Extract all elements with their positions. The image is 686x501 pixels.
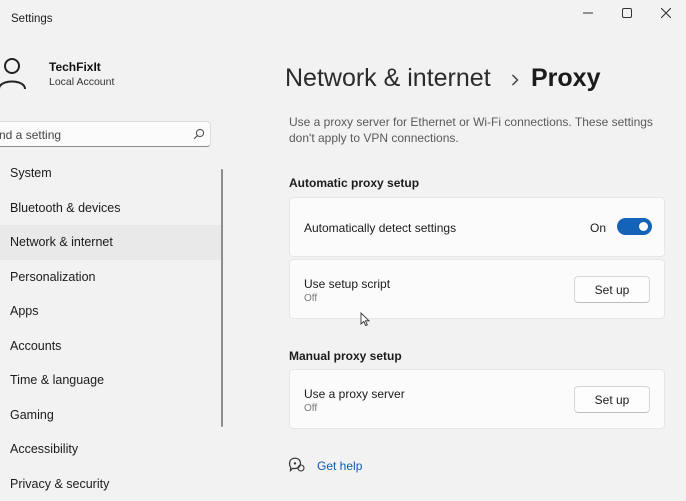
sidebar-nav: System Bluetooth & devices Network & int…: [0, 156, 222, 501]
maximize-button[interactable]: [612, 4, 642, 22]
search-icon: [193, 128, 205, 140]
sidebar-item-label: System: [10, 166, 52, 180]
avatar[interactable]: [0, 55, 28, 91]
sidebar-item-personalization[interactable]: Personalization: [0, 260, 222, 295]
search-placeholder: nd a setting: [0, 128, 61, 142]
setup-script-label: Use setup script: [304, 277, 390, 291]
setup-script-card: Use setup script Off Set up: [289, 259, 665, 319]
sidebar-item-time-language[interactable]: Time & language: [0, 363, 222, 398]
user-name: TechFixIt: [49, 60, 101, 74]
sidebar-item-network-internet[interactable]: Network & internet: [0, 225, 222, 260]
auto-detect-state: On: [590, 221, 606, 235]
sidebar-item-label: Time & language: [10, 373, 104, 387]
close-icon: [661, 8, 671, 18]
proxy-server-status: Off: [304, 403, 317, 414]
proxy-server-card: Use a proxy server Off Set up: [289, 369, 665, 429]
manual-section-title: Manual proxy setup: [289, 349, 402, 363]
chevron-right-icon: [511, 74, 519, 86]
cursor-icon: [360, 312, 371, 327]
maximize-icon: [622, 8, 632, 18]
toggle-knob: [639, 222, 648, 231]
setup-script-status: Off: [304, 293, 317, 304]
sidebar-item-privacy-security[interactable]: Privacy & security: [0, 467, 222, 501]
sidebar-item-label: Privacy & security: [10, 477, 109, 491]
sidebar-item-label: Personalization: [10, 270, 95, 284]
minimize-icon: [583, 8, 593, 18]
sidebar-scrollbar[interactable]: [221, 169, 223, 427]
sidebar-item-label: Accessibility: [10, 442, 78, 456]
auto-detect-card: Automatically detect settings On: [289, 197, 665, 257]
sidebar-item-bluetooth-devices[interactable]: Bluetooth & devices: [0, 191, 222, 226]
breadcrumb: Network & internet Proxy: [285, 64, 491, 93]
setup-script-button[interactable]: Set up: [574, 276, 650, 303]
breadcrumb-parent[interactable]: Network & internet: [285, 64, 491, 92]
sidebar-item-system[interactable]: System: [0, 156, 222, 191]
auto-detect-label: Automatically detect settings: [304, 221, 456, 235]
window-title: Settings: [11, 13, 53, 25]
minimize-button[interactable]: [573, 4, 603, 22]
sidebar-item-label: Network & internet: [10, 235, 113, 249]
sidebar-item-accessibility[interactable]: Accessibility: [0, 432, 222, 467]
account-type: Local Account: [49, 76, 114, 88]
get-help-link[interactable]: Get help: [317, 459, 362, 473]
sidebar-item-apps[interactable]: Apps: [0, 294, 222, 329]
page-title: Proxy: [531, 64, 600, 93]
sidebar-item-gaming[interactable]: Gaming: [0, 398, 222, 433]
sidebar-item-label: Apps: [10, 304, 39, 318]
proxy-server-label: Use a proxy server: [304, 387, 405, 401]
sidebar-item-accounts[interactable]: Accounts: [0, 329, 222, 364]
sidebar-item-label: Accounts: [10, 339, 61, 353]
auto-detect-toggle[interactable]: [617, 218, 652, 235]
sidebar-item-label: Bluetooth & devices: [10, 201, 121, 215]
help-icon: [288, 457, 306, 473]
person-icon: [0, 55, 28, 91]
automatic-section-title: Automatic proxy setup: [289, 176, 419, 190]
search-input[interactable]: nd a setting: [0, 121, 211, 147]
sidebar-item-label: Gaming: [10, 408, 54, 422]
close-button[interactable]: [651, 4, 681, 22]
proxy-server-setup-button[interactable]: Set up: [574, 386, 650, 413]
page-description: Use a proxy server for Ethernet or Wi-Fi…: [289, 114, 659, 146]
